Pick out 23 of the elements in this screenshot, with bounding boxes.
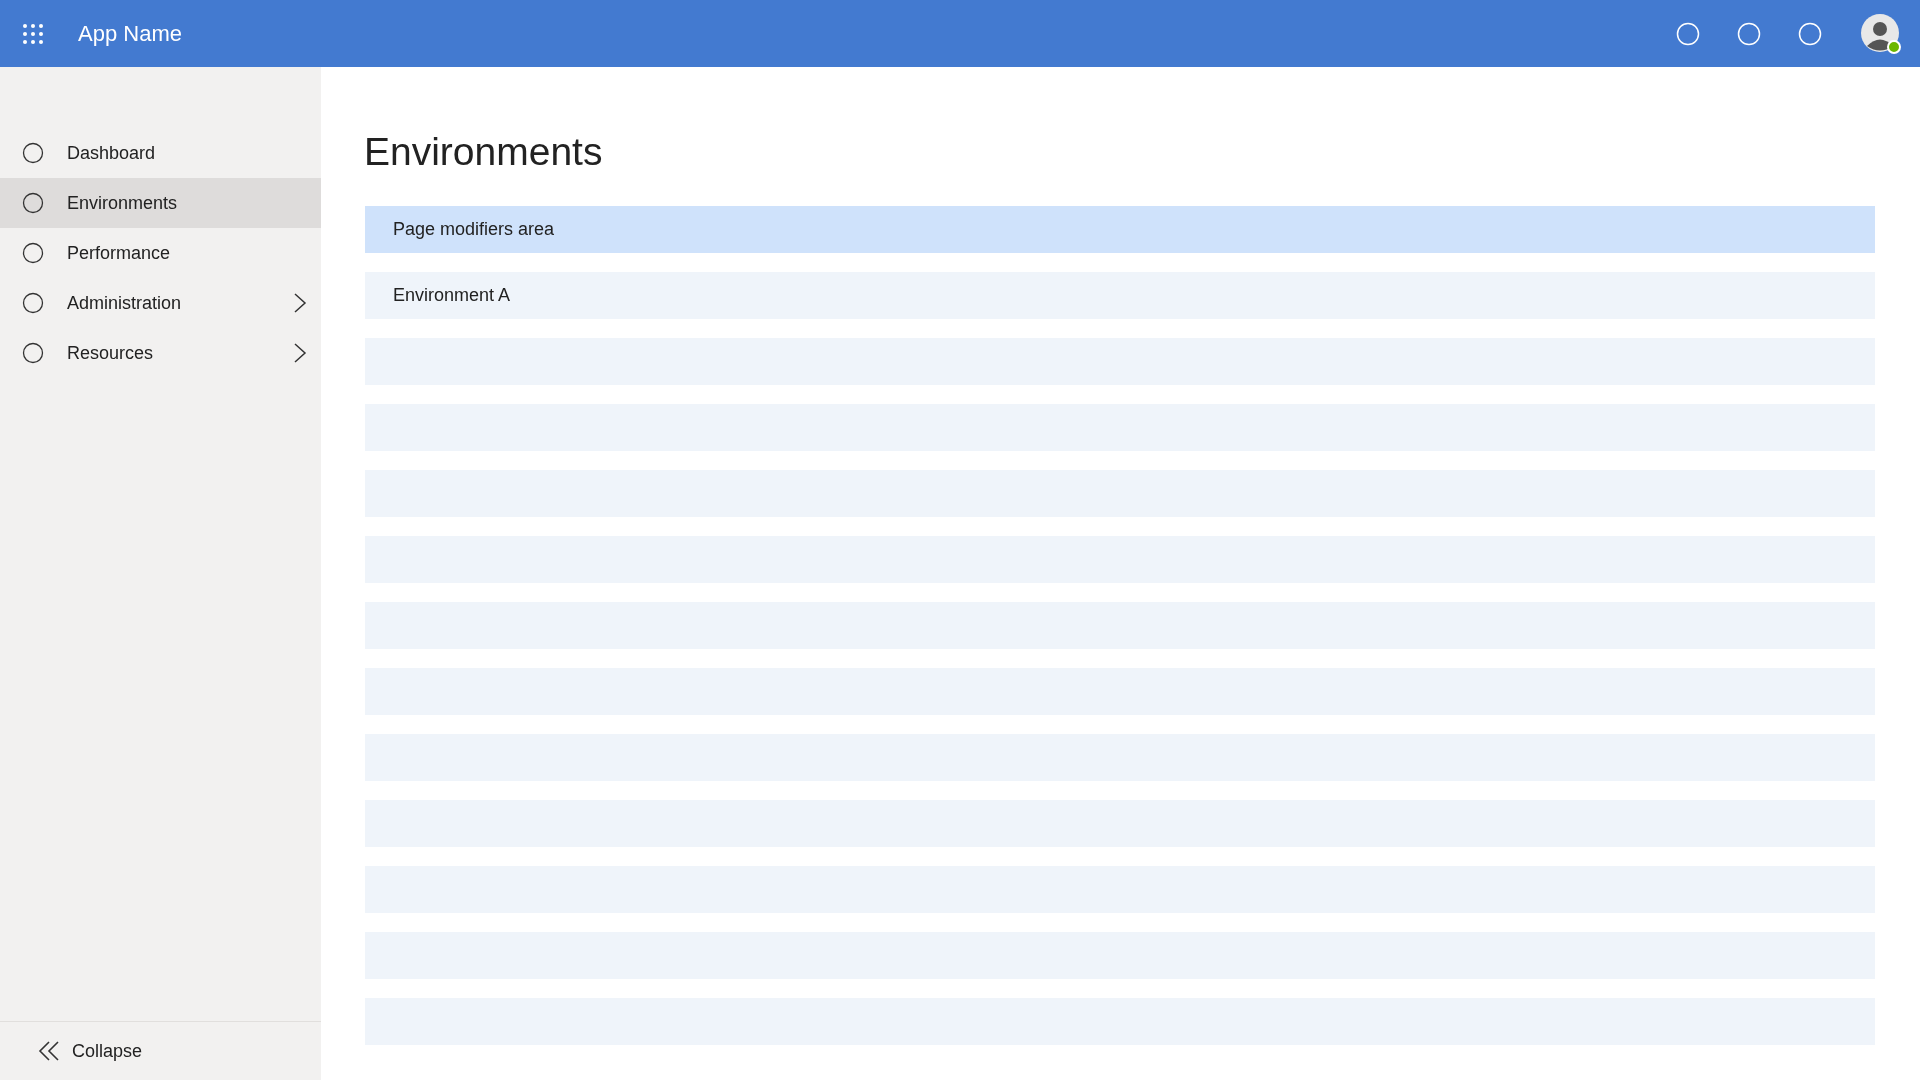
collapse-button[interactable]: Collapse <box>34 1036 147 1066</box>
circle-icon <box>22 242 44 264</box>
chevron-right-icon <box>293 342 307 364</box>
header-circle-icon[interactable] <box>1798 21 1822 46</box>
chevron-right-icon <box>293 292 307 314</box>
header-circle-icon[interactable] <box>1737 21 1761 46</box>
double-chevron-left-icon <box>38 1040 62 1062</box>
circle-icon <box>22 342 44 364</box>
circle-icon <box>22 192 44 214</box>
header-circle-icon[interactable] <box>1676 21 1700 46</box>
nav-item[interactable]: Performance <box>0 228 321 278</box>
page-modifiers-area: Page modifiers area <box>365 205 1875 253</box>
app-launcher-icon[interactable] <box>22 22 44 45</box>
app-name: App Name <box>78 20 182 47</box>
nav-item[interactable]: Environments <box>0 178 321 228</box>
avatar-icon[interactable] <box>1860 12 1902 55</box>
nav-item[interactable]: Resources <box>0 328 321 378</box>
circle-icon <box>22 292 44 314</box>
circle-icon <box>22 142 44 164</box>
nav-item[interactable]: Administration <box>0 278 321 328</box>
list-row[interactable]: Environment A <box>365 271 1875 319</box>
page-title: Environments <box>364 129 604 175</box>
nav-item[interactable]: Dashboard <box>0 128 321 178</box>
